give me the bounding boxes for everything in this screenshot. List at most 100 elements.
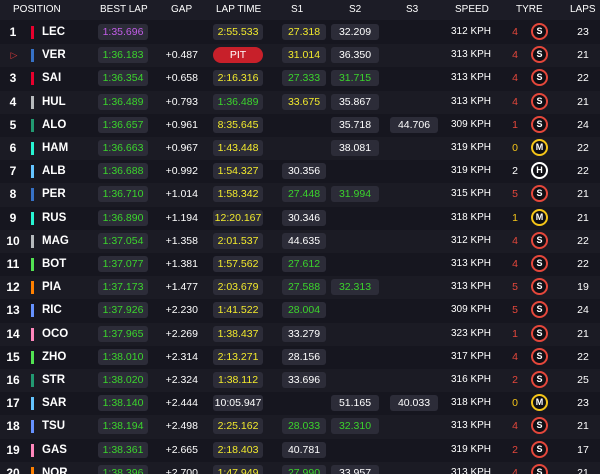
table-row[interactable]: 4 HUL 1:36.489 1:36.489 33.675 35.867 +0.793 31… xyxy=(0,90,600,114)
driver-code[interactable]: RIC xyxy=(42,302,62,318)
sector-1: 28.004 xyxy=(282,302,326,319)
laps-count: 22 xyxy=(577,72,589,85)
table-row[interactable]: 5 ALO 1:36.657 8:35.645 35.718 44.706 +0.961 30… xyxy=(0,114,600,137)
position-number: 13 xyxy=(6,303,20,318)
table-row[interactable]: 13 RIC 1:37.926 1:41.522 28.004 +2.230 309 KPH… xyxy=(0,299,600,322)
gap-value: +0.793 xyxy=(165,95,198,108)
driver-code[interactable]: TSU xyxy=(42,418,65,434)
position-number: 11 xyxy=(6,257,20,271)
header-gap[interactable]: GAP xyxy=(171,4,192,15)
driver-code[interactable]: GAS xyxy=(42,442,67,458)
driver-code[interactable]: OCO xyxy=(42,326,68,342)
driver-code[interactable]: ALO xyxy=(42,117,66,133)
driver-code[interactable]: LEC xyxy=(42,24,65,40)
driver-code[interactable]: HUL xyxy=(42,94,66,110)
tyre-age: 0 xyxy=(512,142,518,154)
sector-2: 36.350 xyxy=(331,47,379,64)
driver-code[interactable]: MAG xyxy=(42,233,69,249)
driver-code[interactable]: HAM xyxy=(42,140,68,156)
best-lap: 1:36.688 xyxy=(98,163,148,180)
header-tyre[interactable]: TYRE xyxy=(516,4,543,15)
position-number: 17 xyxy=(6,396,20,411)
sector-1: 44.635 xyxy=(282,232,326,249)
laps-count: 17 xyxy=(577,443,589,456)
gap-value: +1.381 xyxy=(165,258,198,270)
tyre-compound-icon: S xyxy=(531,92,548,110)
position-number: 10 xyxy=(6,233,20,248)
table-row[interactable]: 8 PER 1:36.710 1:58.342 27.448 31.994 +1.014 31… xyxy=(0,183,600,207)
speed-value: 313 KPH xyxy=(451,72,492,84)
triangle-right-icon: ▷ xyxy=(10,50,18,61)
best-lap: 1:36.354 xyxy=(98,70,148,87)
sector-1: 28.033 xyxy=(282,418,326,435)
tyre-age: 0 xyxy=(512,397,518,410)
table-row[interactable]: 10 MAG 1:37.054 2:01.537 44.635 +1.358 312 KPH… xyxy=(0,229,600,253)
sector-1 xyxy=(282,140,326,156)
driver-code[interactable]: VER xyxy=(42,47,66,63)
sector-3 xyxy=(390,70,438,86)
speed-value: 316 KPH xyxy=(451,374,492,385)
laps-count: 21 xyxy=(577,95,589,108)
table-row[interactable]: 6 HAM 1:36.663 1:43.448 38.081 +0.967 319 KPH 0… xyxy=(0,137,600,161)
table-row[interactable]: 9 RUS 1:36.890 12:20.167 30.346 +1.194 318 KPH… xyxy=(0,207,600,230)
driver-code[interactable]: SAI xyxy=(42,70,61,86)
table-row[interactable]: 19 GAS 1:38.361 2:18.403 40.781 +2.665 319 KPH… xyxy=(0,439,600,462)
sector-3 xyxy=(390,210,438,226)
header-s1[interactable]: S1 xyxy=(291,4,303,15)
gap-value: +0.992 xyxy=(165,165,198,178)
driver-code[interactable]: RUS xyxy=(42,210,66,226)
table-row[interactable]: 3 SAI 1:36.354 2:16.316 27.333 31.715 +0.658 31… xyxy=(0,67,600,90)
gap-value: +2.269 xyxy=(165,327,198,340)
lap-time: 1:36.489 xyxy=(213,93,263,110)
gap-value xyxy=(160,24,198,40)
sector-2: 35.867 xyxy=(331,93,379,110)
table-row[interactable]: 14 OCO 1:37.965 1:38.437 33.279 +2.269 323 KPH… xyxy=(0,322,600,346)
header-best-lap[interactable]: BEST LAP xyxy=(100,4,148,15)
team-color-bar xyxy=(31,26,34,39)
driver-code[interactable]: STR xyxy=(42,372,65,388)
table-row[interactable]: 20 NOR 1:38.396 1:47.949 27.990 33.957 +2.700 3… xyxy=(0,461,600,474)
sector-2: 31.994 xyxy=(331,186,379,203)
sector-2: 35.718 xyxy=(331,116,379,133)
tyre-age: 4 xyxy=(512,420,518,433)
driver-code[interactable]: ZHO xyxy=(42,349,66,365)
table-row[interactable]: 16 STR 1:38.020 1:38.112 33.696 +2.324 316 KPH… xyxy=(0,369,600,393)
lap-time: 1:54.327 xyxy=(213,163,263,180)
position-number: 6 xyxy=(9,141,17,155)
header-s3[interactable]: S3 xyxy=(406,4,418,15)
driver-code[interactable]: NOR xyxy=(42,465,68,474)
header-position[interactable]: POSITION xyxy=(13,4,61,15)
laps-count: 24 xyxy=(577,118,589,131)
table-row[interactable]: 17 SAR 1:38.140 10:05.947 51.165 40.033 +2.444… xyxy=(0,392,600,415)
sector-3 xyxy=(390,326,438,342)
speed-value: 313 KPH xyxy=(451,49,492,61)
lap-time: PIT xyxy=(213,47,263,64)
driver-code[interactable]: SAR xyxy=(42,395,66,411)
speed-value: 319 KPH xyxy=(451,443,492,455)
sector-1: 27.612 xyxy=(282,256,326,272)
table-row[interactable]: ▷ VER 1:36.183 PIT 31.014 36.350 +0.487 313 KPH… xyxy=(0,44,600,68)
table-row[interactable]: 11 BOT 1:37.077 1:57.562 27.612 +1.381 313 KPH… xyxy=(0,253,600,276)
sector-1: 27.318 xyxy=(282,24,326,40)
driver-code[interactable]: PER xyxy=(42,186,66,202)
driver-code[interactable]: BOT xyxy=(42,256,66,272)
header-laps[interactable]: LAPS xyxy=(570,4,596,15)
table-row[interactable]: 18 TSU 1:38.194 2:25.162 28.033 32.310 +2.498 3… xyxy=(0,415,600,439)
tyre-age: 2 xyxy=(512,374,518,386)
header-lap-time[interactable]: LAP TIME xyxy=(216,4,261,15)
timing-board: POSITION BEST LAP GAP LAP TIME S1 S2 S3 … xyxy=(0,0,600,474)
driver-code[interactable]: ALB xyxy=(42,163,66,179)
table-row[interactable]: 15 ZHO 1:38.010 2:13.271 28.156 +2.314 317 KPH… xyxy=(0,346,600,369)
header-speed[interactable]: SPEED xyxy=(455,4,489,15)
table-row[interactable]: 7 ALB 1:36.688 1:54.327 30.356 +0.992 319 KPH 2… xyxy=(0,160,600,183)
sector-3 xyxy=(390,302,438,318)
header-s2[interactable]: S2 xyxy=(349,4,361,15)
driver-code[interactable]: PIA xyxy=(42,279,61,295)
table-row[interactable]: 1 LEC 1:35.696 2:55.533 27.318 32.209 312 KPH 4… xyxy=(0,21,600,44)
table-row[interactable]: 12 PIA 1:37.173 2:03.679 27.588 32.313 +1.477 3… xyxy=(0,276,600,300)
sector-2: 32.313 xyxy=(331,279,379,296)
best-lap: 1:36.657 xyxy=(98,116,148,133)
laps-count: 21 xyxy=(577,49,589,62)
speed-value: 315 KPH xyxy=(451,188,492,200)
tyre-compound-icon: S xyxy=(531,46,548,64)
